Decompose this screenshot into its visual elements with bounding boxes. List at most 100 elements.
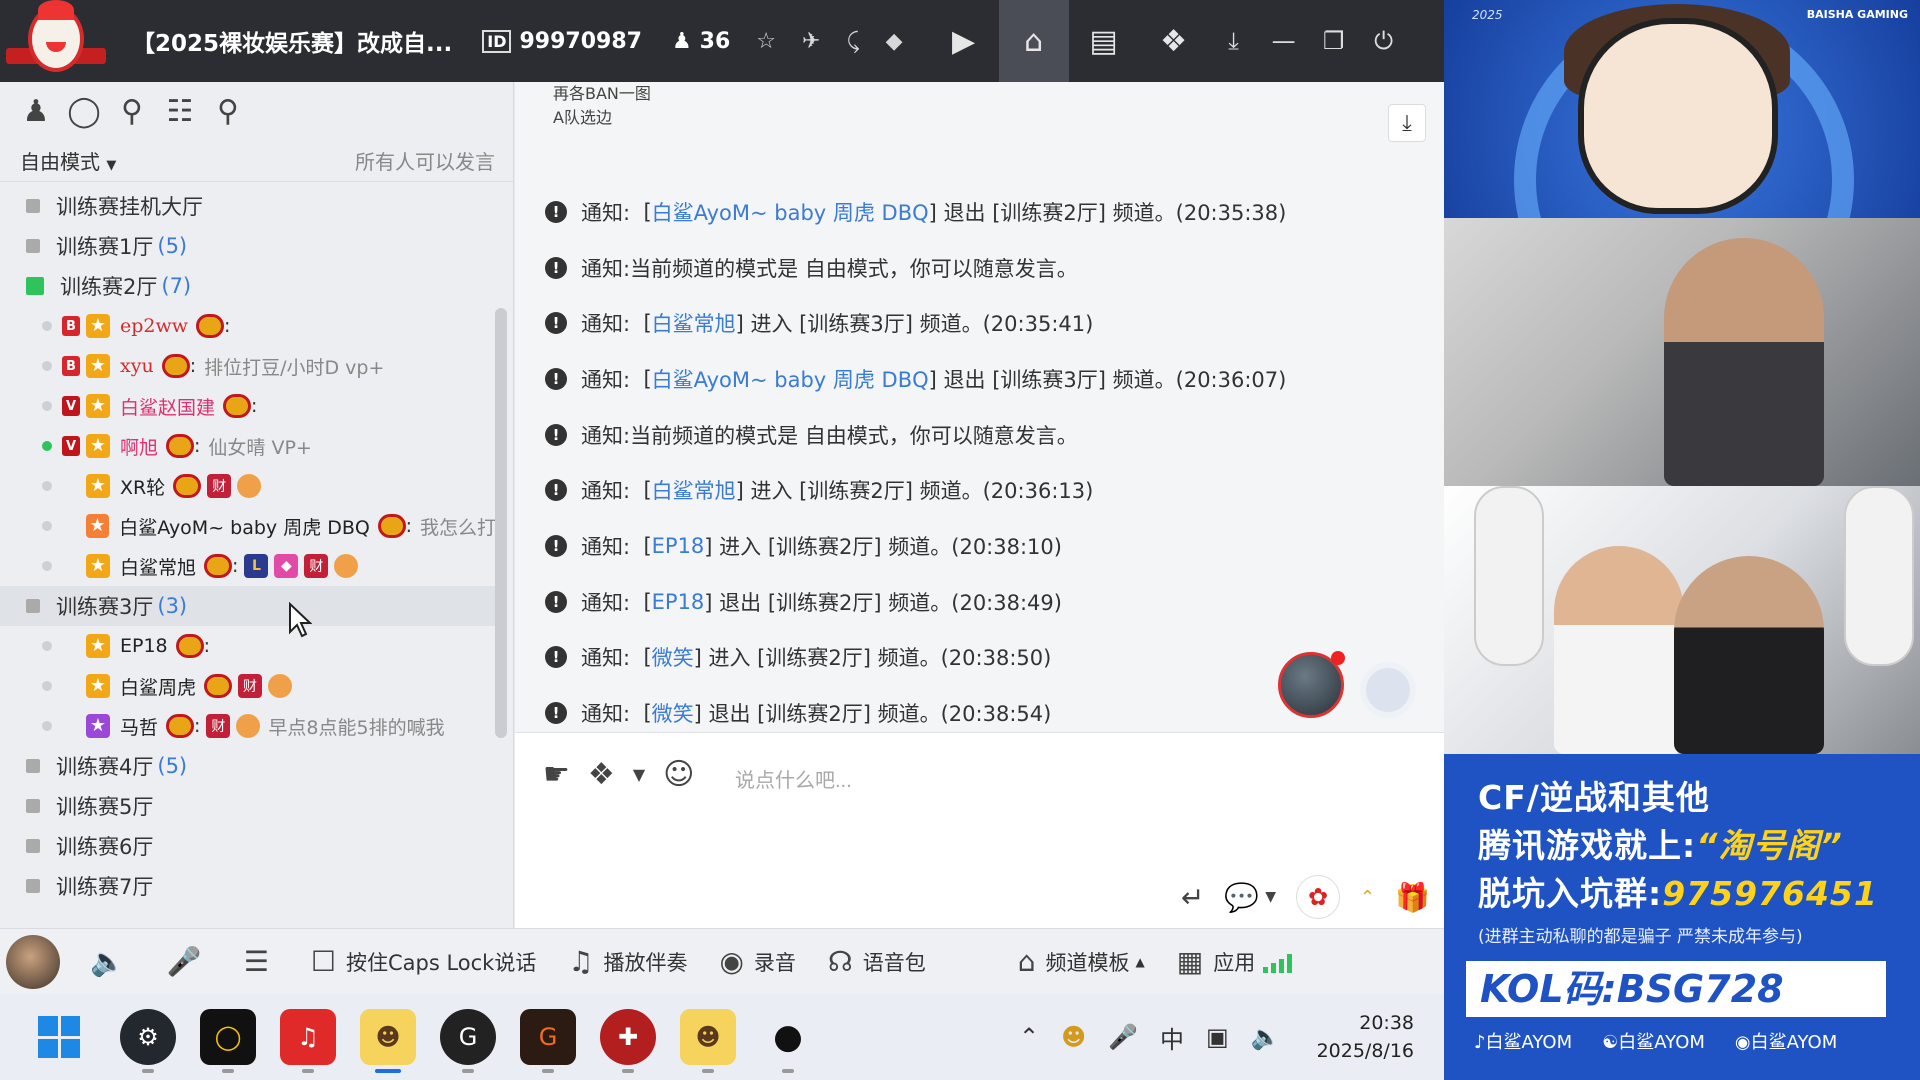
user-link[interactable]: 白鲨AyoM~ baby 周虎 DBQ [652,197,929,227]
user-link[interactable]: 白鲨AyoM~ baby 周虎 DBQ [652,364,929,394]
board-icon[interactable]: ☷ [156,94,204,129]
gamepad-icon[interactable]: ❖ [588,757,615,792]
minimize-button[interactable]: — [1259,0,1309,82]
gift-icon: ★ [86,674,110,698]
message-text: ] 退出 [训练赛2厅] 频道。(20:35:38) [928,200,1287,225]
microphone-icon[interactable]: 🎤 [1108,1023,1138,1051]
chevron-up-icon[interactable]: ⌃ [1360,887,1375,908]
member-item[interactable]: ★ 马哲: 财早点8点能5排的喊我 [0,706,496,746]
plane-icon[interactable]: ✈ [802,29,820,54]
chevron-down-icon[interactable]: ▼ [633,765,645,784]
power-button[interactable]: ⏻ [1359,0,1409,82]
taskbar-app-yy-voice-2[interactable]: ☻ [680,1009,736,1073]
channel-item[interactable]: 训练赛5厅 [0,786,496,826]
member-item[interactable]: ★ EP18: [0,626,496,666]
taskbar-app-qq[interactable]: ● [760,1009,816,1073]
gift-icon: ★ [86,554,110,578]
user-icon[interactable]: ♟ [12,94,60,129]
member-item[interactable]: B ★ xyu: 排位打豆/小时D vp+ [0,346,496,386]
download-button[interactable]: ⤓ [1209,0,1259,82]
crown-icon [161,354,190,378]
user-link[interactable]: EP18 [652,534,705,558]
taskbar-app-obs[interactable]: ◯ [200,1009,256,1073]
chat-icon[interactable]: ◯ [60,94,108,129]
member-name: XR轮 [120,476,166,499]
user-link[interactable]: 白鲨常旭 [652,475,736,505]
channel-item[interactable]: 训练赛挂机大厅 [0,186,496,226]
gift-icon[interactable]: 🎁 [1395,881,1430,914]
floating-settings-button[interactable] [1360,662,1416,718]
user-link[interactable]: 白鲨常旭 [652,308,736,338]
font-style-icon[interactable]: ☺ [663,757,694,792]
bear-tray-icon[interactable]: ☻ [1061,1023,1086,1051]
ime-indicator[interactable]: 中 [1160,1020,1184,1055]
equalizer-button[interactable]: ☰ [244,945,279,978]
channel-name: 训练赛5厅 [56,795,154,819]
restore-button[interactable]: ❐ [1309,0,1359,82]
member-item[interactable]: B ★ ep2ww: [0,306,496,346]
message-text: ] 退出 [训练赛3厅] 频道。(20:36:07) [928,367,1287,392]
microphone-button[interactable]: 🎤 [167,945,212,978]
star-icon[interactable]: ☆ [756,29,776,54]
home-button[interactable]: ⌂ [998,0,1069,82]
speech-bubble-icon[interactable]: 💬 [1224,881,1259,914]
chevron-down-icon[interactable]: ▼ [1265,889,1276,905]
windows-start-icon[interactable] [38,1016,80,1058]
accompany-button[interactable]: ♫ 播放伴奏 [568,945,687,978]
user-link[interactable]: 微笑 [652,698,694,728]
volume-icon[interactable]: 🔈 [1251,1023,1281,1051]
list-button[interactable]: ▤ [1069,0,1139,82]
user-link[interactable]: EP18 [652,590,705,614]
gem-icon: ◆ [274,554,299,578]
member-item[interactable]: ★ 白鲨周虎 财 [0,666,496,706]
channel-item[interactable]: 训练赛7厅 [0,866,496,906]
scroll-to-bottom-button[interactable]: ⤓ [1388,104,1426,142]
member-signature: 仙女晴 VP+ [208,436,312,459]
channel-scrollbar[interactable] [495,308,507,738]
bilibili-handle: ☯白鲨AYOM [1602,1028,1705,1054]
emoji-sticker-icon[interactable]: ☛ [543,757,570,792]
taskbar-app-garena[interactable]: G [520,1009,576,1073]
taskbar-app-yy-voice[interactable]: ☻ [360,1009,416,1073]
location-icon[interactable]: ⚲ [108,94,156,129]
apps-button[interactable]: ▦ 应用 [1177,945,1293,978]
taskbar-app-netease-music[interactable]: ♫ [280,1009,336,1073]
mode-select[interactable]: 自由模式 ▼ [20,146,116,175]
channel-item[interactable]: 训练赛6厅 [0,826,496,866]
promo-avatar-button[interactable] [1278,651,1345,718]
taskbar-app-steam[interactable]: ⚙ [120,1009,176,1073]
channel-item[interactable]: 训练赛4厅 (5) [0,746,496,786]
download-icon: ⤓ [1402,110,1412,136]
caps-lock-talk-button[interactable]: ☐ 按住Caps Lock说话 [311,945,536,978]
rose-gift-button[interactable]: ✿ [1296,875,1341,919]
message-input[interactable] [735,761,1335,801]
voice-pack-button[interactable]: ☊ 语音包 [828,945,926,978]
channel-item[interactable]: 训练赛2厅 (7) [0,266,496,306]
member-item[interactable]: V ★ 白鲨赵国建: [0,386,496,426]
my-avatar[interactable] [6,934,60,989]
send-enter-icon[interactable]: ↵ [1181,881,1204,914]
video-button[interactable]: ▶ [929,0,999,82]
search-icon[interactable]: ⚲ [204,94,252,129]
user-link[interactable]: 微笑 [652,642,694,672]
member-item[interactable]: ★ 白鲨AyoM~ baby 周虎 DBQ: 我怎么打 [0,506,496,546]
message-bracket: [ [643,589,652,614]
chevron-up-icon[interactable]: ⌃ [1019,1023,1039,1051]
record-button[interactable]: ◉ 录音 [719,945,795,978]
notice-label: 通知: [581,590,631,615]
taskbar-app-g[interactable]: G [440,1009,496,1073]
share-icon[interactable]: ⤹ [846,29,859,54]
taskbar-app-crossfire[interactable]: ✚ [600,1009,656,1073]
channel-count: (7) [161,274,192,298]
member-item[interactable]: ★ 白鲨常旭: L ◆ 财 [0,546,496,586]
channel-item[interactable]: 训练赛3厅 (3) [0,586,496,626]
channel-item[interactable]: 训练赛1厅 (5) [0,226,496,266]
network-icon[interactable]: ▣ [1206,1023,1229,1051]
channel-template-button[interactable]: ⌂ 频道模板 ▲ [1018,945,1145,978]
shield-icon[interactable]: ◆ [886,29,903,54]
member-item[interactable]: ★ XR轮 财 [0,466,496,506]
gamepad-button[interactable]: ❖ [1139,0,1209,82]
system-clock[interactable]: 20:38 2025/8/16 [1317,1009,1414,1065]
speaker-button[interactable]: 🔈 [90,945,135,978]
member-item[interactable]: V ★ 啊旭: 仙女晴 VP+ [0,426,496,466]
